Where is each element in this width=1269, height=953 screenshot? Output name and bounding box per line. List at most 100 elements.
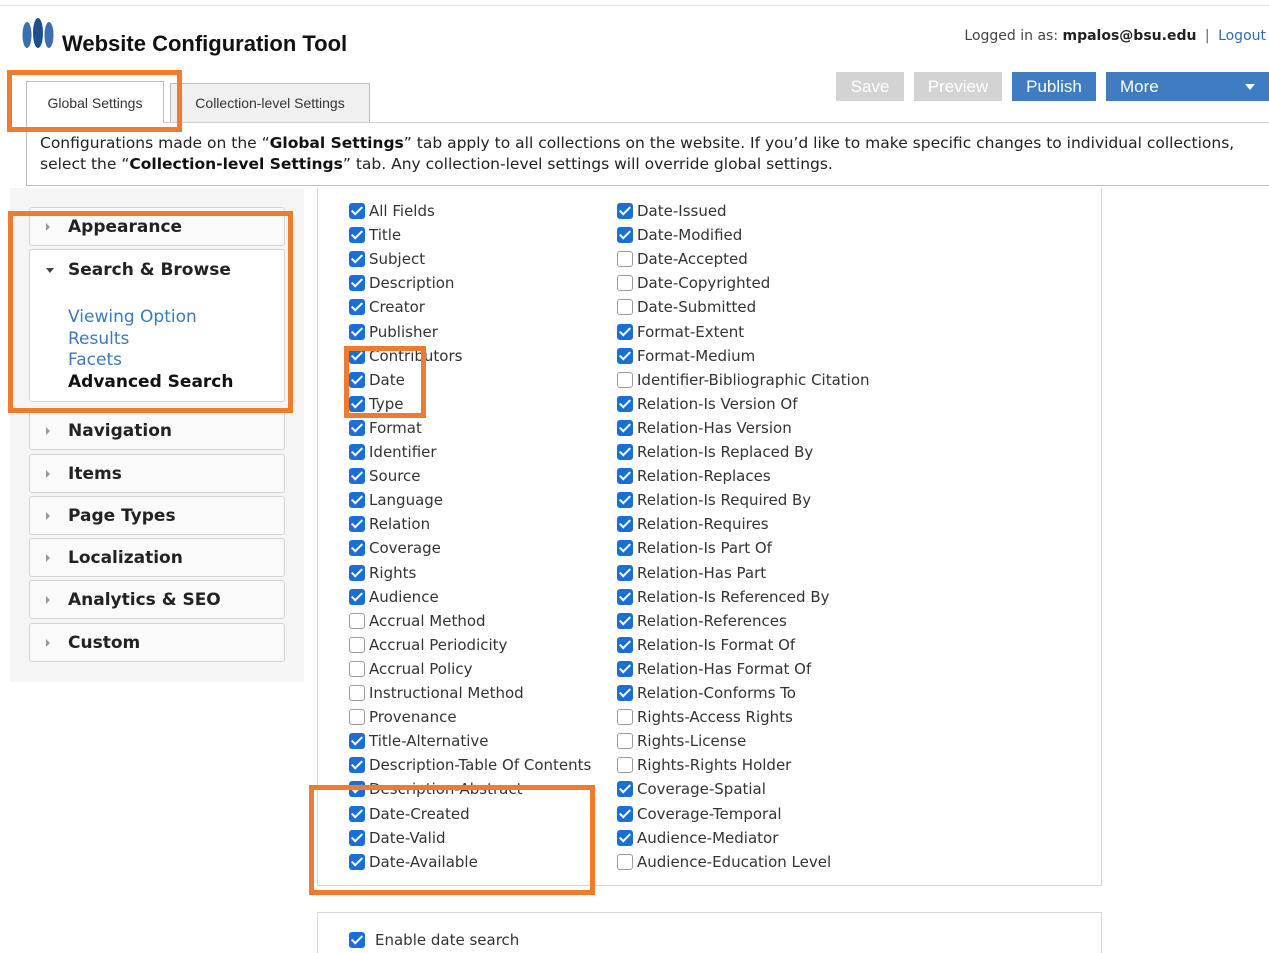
checkbox[interactable] <box>349 588 365 605</box>
checkbox[interactable] <box>617 395 633 412</box>
field-option[interactable]: Coverage <box>349 539 441 557</box>
sidebar-item-custom[interactable]: Custom <box>29 623 285 662</box>
checkbox[interactable] <box>617 660 633 677</box>
checkbox[interactable] <box>349 709 365 726</box>
field-option[interactable]: Date-Accepted <box>617 250 748 268</box>
field-option[interactable]: Rights <box>349 564 416 582</box>
sidebar-item-localization[interactable]: Localization <box>29 538 285 577</box>
more-dropdown[interactable]: More <box>1106 72 1269 101</box>
sidebar-item-page-types[interactable]: Page Types <box>29 496 285 535</box>
preview-button[interactable]: Preview <box>914 72 1002 101</box>
checkbox[interactable] <box>349 371 365 388</box>
field-option[interactable]: Relation-Replaces <box>617 467 771 485</box>
logout-link[interactable]: Logout <box>1218 28 1266 44</box>
sidebar-item-appearance[interactable]: Appearance <box>29 207 285 246</box>
field-option[interactable]: Relation-Is Part Of <box>617 539 772 557</box>
checkbox[interactable] <box>617 203 633 219</box>
checkbox[interactable] <box>349 805 365 822</box>
checkbox[interactable] <box>617 805 633 822</box>
field-option[interactable]: Date-Copyrighted <box>617 274 770 292</box>
checkbox[interactable] <box>617 733 633 750</box>
checkbox[interactable] <box>617 781 633 798</box>
field-option[interactable]: Contributors <box>349 347 462 365</box>
field-option[interactable]: Date-Submitted <box>617 298 756 316</box>
checkbox[interactable] <box>349 492 365 509</box>
field-option[interactable]: Rights-Access Rights <box>617 708 793 726</box>
checkbox[interactable] <box>617 588 633 605</box>
checkbox[interactable] <box>349 227 365 244</box>
checkbox[interactable] <box>349 203 365 219</box>
field-option[interactable]: Audience <box>349 588 439 606</box>
publish-button[interactable]: Publish <box>1012 72 1096 101</box>
checkbox[interactable] <box>617 636 633 653</box>
field-option[interactable]: Format <box>349 419 422 437</box>
field-option[interactable]: Instructional Method <box>349 684 524 702</box>
field-option[interactable]: Relation-Has Version <box>617 419 792 437</box>
checkbox[interactable] <box>349 757 365 774</box>
checkbox[interactable] <box>349 540 365 557</box>
field-option[interactable]: Description <box>349 274 454 292</box>
checkbox[interactable] <box>349 275 365 292</box>
tab-collection-settings[interactable]: Collection-level Settings <box>170 83 370 122</box>
field-option[interactable]: Identifier <box>349 443 437 461</box>
checkbox[interactable] <box>349 829 365 846</box>
field-option[interactable]: Accrual Policy <box>349 660 472 678</box>
field-option[interactable]: Relation-Is Required By <box>617 491 811 509</box>
field-option[interactable]: Language <box>349 491 443 509</box>
checkbox[interactable] <box>349 347 365 364</box>
checkbox[interactable] <box>617 540 633 557</box>
checkbox[interactable] <box>349 636 365 653</box>
field-option[interactable]: Subject <box>349 250 425 268</box>
checkbox[interactable] <box>617 275 633 292</box>
field-option[interactable]: Coverage-Temporal <box>617 805 782 823</box>
checkbox[interactable] <box>349 685 365 701</box>
checkbox[interactable] <box>617 371 633 388</box>
sidebar-item-analytics-seo[interactable]: Analytics & SEO <box>29 580 285 619</box>
field-option[interactable]: Rights-Rights Holder <box>617 756 791 774</box>
field-option[interactable]: Format-Extent <box>617 323 744 341</box>
field-option[interactable]: Relation-Has Part <box>617 564 766 582</box>
checkbox[interactable] <box>617 347 633 364</box>
field-option[interactable]: Coverage-Spatial <box>617 780 766 798</box>
checkbox[interactable] <box>617 492 633 509</box>
field-option[interactable]: Type <box>349 395 403 413</box>
checkbox[interactable] <box>617 685 633 701</box>
checkbox[interactable] <box>617 323 633 340</box>
checkbox[interactable] <box>617 227 633 244</box>
checkbox[interactable] <box>617 853 633 870</box>
field-option[interactable]: Relation-Is Replaced By <box>617 443 813 461</box>
checkbox[interactable] <box>349 612 365 629</box>
field-option[interactable]: Creator <box>349 298 425 316</box>
field-option[interactable]: All Fields <box>349 202 435 220</box>
field-option[interactable]: Identifier-Bibliographic Citation <box>617 371 870 389</box>
checkbox[interactable] <box>349 932 365 948</box>
checkbox[interactable] <box>617 251 633 268</box>
sidebar-item-search-browse[interactable]: Search & Browse Viewing Option Results F… <box>29 249 285 402</box>
field-option[interactable]: Audience-Education Level <box>617 853 831 871</box>
checkbox[interactable] <box>349 516 365 533</box>
field-option[interactable]: Format-Medium <box>617 347 755 365</box>
field-option[interactable]: Date-Available <box>349 853 478 871</box>
field-option[interactable]: Provenance <box>349 708 457 726</box>
sub-item-advanced-search[interactable]: Advanced Search <box>68 372 233 392</box>
checkbox[interactable] <box>617 468 633 485</box>
field-option[interactable]: Relation-Requires <box>617 515 769 533</box>
checkbox[interactable] <box>617 444 633 460</box>
field-option[interactable]: Source <box>349 467 421 485</box>
checkbox[interactable] <box>617 709 633 726</box>
checkbox[interactable] <box>349 564 365 581</box>
checkbox[interactable] <box>349 395 365 412</box>
field-option[interactable]: Description-Abstract <box>349 780 522 798</box>
tab-global-settings[interactable]: Global Settings <box>26 81 164 123</box>
field-option[interactable]: Date-Valid <box>349 829 446 847</box>
field-option[interactable]: Title <box>349 226 401 244</box>
checkbox[interactable] <box>617 419 633 436</box>
checkbox[interactable] <box>349 251 365 268</box>
checkbox[interactable] <box>349 323 365 340</box>
field-option[interactable]: Audience-Mediator <box>617 829 778 847</box>
field-option[interactable]: Relation-Is Format Of <box>617 636 795 654</box>
sidebar-item-items[interactable]: Items <box>29 454 285 493</box>
field-option[interactable]: Title-Alternative <box>349 732 489 750</box>
field-option[interactable]: Relation-Conforms To <box>617 684 796 702</box>
field-option[interactable]: Accrual Method <box>349 612 486 630</box>
